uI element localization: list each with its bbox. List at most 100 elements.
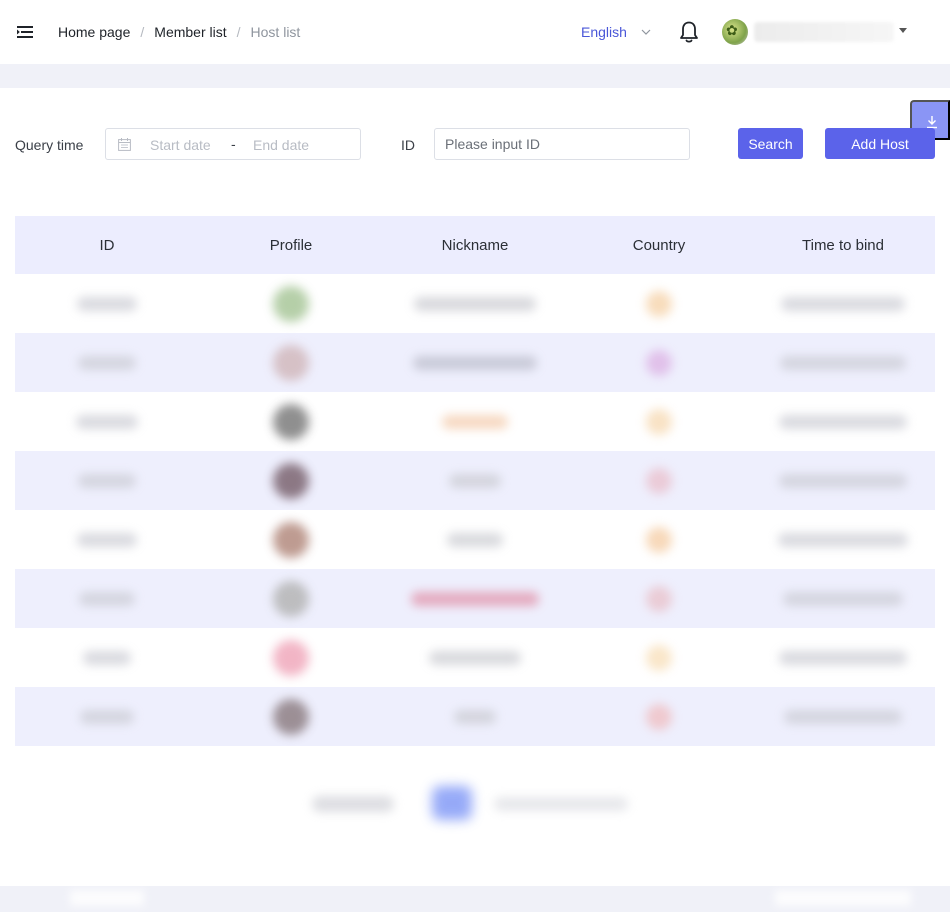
bind-time-redacted xyxy=(778,532,908,547)
table-cell-profile xyxy=(199,344,383,381)
breadcrumb: Home page / Member list / Host list xyxy=(58,23,300,41)
country-redacted xyxy=(646,585,672,612)
table-cell-bind-time xyxy=(751,355,935,370)
table-cell-country xyxy=(567,408,751,435)
date-range-separator: - xyxy=(231,136,236,152)
bell-icon[interactable] xyxy=(678,20,700,44)
table-cell-profile xyxy=(199,521,383,558)
column-header-bind-time: Time to bind xyxy=(802,236,884,254)
breadcrumb-member-list[interactable]: Member list xyxy=(154,24,226,40)
table-row xyxy=(15,510,935,569)
bind-time-redacted xyxy=(783,591,903,606)
bind-time-redacted xyxy=(784,709,902,724)
id-input[interactable] xyxy=(434,128,690,160)
table-cell-profile xyxy=(199,698,383,735)
country-redacted xyxy=(646,290,672,317)
username-redacted xyxy=(754,22,894,42)
profile-redacted xyxy=(273,580,309,617)
table-cell-id xyxy=(15,650,199,665)
pagination-jumper[interactable] xyxy=(494,797,628,811)
table-cell-id xyxy=(15,532,199,547)
column-header-nickname: Nickname xyxy=(441,236,509,254)
table-header: ID Profile Nickname Country Time to bind xyxy=(15,216,935,274)
id-redacted xyxy=(78,473,136,488)
table-row xyxy=(15,569,935,628)
host-table: ID Profile Nickname Country Time to bind xyxy=(15,216,935,746)
column-header-country: Country xyxy=(632,236,686,254)
country-redacted xyxy=(646,349,672,376)
start-date-input[interactable]: Start date xyxy=(150,137,211,153)
bind-time-redacted xyxy=(779,414,907,429)
table-cell-id xyxy=(15,296,199,311)
country-redacted xyxy=(646,703,672,730)
table-cell-id xyxy=(15,709,199,724)
column-header-id: ID xyxy=(99,236,115,254)
table-cell-id xyxy=(15,355,199,370)
table-cell-id xyxy=(15,473,199,488)
table-cell-profile xyxy=(199,580,383,617)
country-redacted xyxy=(646,644,672,671)
id-redacted xyxy=(83,650,131,665)
nickname-redacted xyxy=(414,296,536,311)
date-range-picker[interactable]: Start date - End date xyxy=(105,128,361,160)
table-cell-id xyxy=(15,414,199,429)
nickname-redacted xyxy=(411,591,539,606)
table-cell-nickname xyxy=(383,296,567,311)
breadcrumb-separator: / xyxy=(140,24,145,40)
table-cell-profile xyxy=(199,462,383,499)
table-row xyxy=(15,274,935,333)
table-row xyxy=(15,333,935,392)
id-redacted xyxy=(77,296,137,311)
id-label: ID xyxy=(401,137,415,153)
country-redacted xyxy=(646,408,672,435)
nickname-redacted xyxy=(413,355,537,370)
profile-redacted xyxy=(273,521,309,558)
table-cell-nickname xyxy=(383,650,567,665)
header-spacer xyxy=(0,64,950,88)
table-cell-country xyxy=(567,703,751,730)
breadcrumb-home[interactable]: Home page xyxy=(58,24,130,40)
id-redacted xyxy=(80,709,134,724)
avatar[interactable]: ✿ xyxy=(722,19,748,45)
table-cell-nickname xyxy=(383,532,567,547)
table-cell-nickname xyxy=(383,473,567,488)
download-icon xyxy=(927,116,937,129)
add-host-button[interactable]: Add Host xyxy=(825,128,935,159)
calendar-icon xyxy=(118,138,131,151)
table-row xyxy=(15,687,935,746)
pagination-total xyxy=(312,796,394,812)
language-selector[interactable]: English xyxy=(581,23,651,41)
table-cell-nickname xyxy=(383,591,567,606)
end-date-input[interactable]: End date xyxy=(253,137,309,153)
table-cell-nickname xyxy=(383,414,567,429)
profile-redacted xyxy=(273,639,309,676)
user-menu-caret-icon[interactable] xyxy=(899,28,907,33)
chevron-down-icon xyxy=(641,29,651,35)
bind-time-redacted xyxy=(779,650,907,665)
table-cell-bind-time xyxy=(751,650,935,665)
nickname-redacted xyxy=(442,414,508,429)
table-cell-profile xyxy=(199,403,383,440)
menu-toggle-icon[interactable] xyxy=(16,23,34,41)
footer-element xyxy=(775,890,911,906)
country-redacted xyxy=(646,467,672,494)
id-redacted xyxy=(78,355,136,370)
avatar-image-icon: ✿ xyxy=(726,22,738,38)
bind-time-redacted xyxy=(779,473,907,488)
nickname-redacted xyxy=(447,532,503,547)
table-cell-country xyxy=(567,526,751,553)
table-cell-country xyxy=(567,644,751,671)
table-cell-nickname xyxy=(383,355,567,370)
table-cell-bind-time xyxy=(751,709,935,724)
id-redacted xyxy=(77,532,137,547)
pagination-current-page[interactable] xyxy=(432,786,472,820)
search-button[interactable]: Search xyxy=(738,128,803,159)
table-row xyxy=(15,392,935,451)
profile-redacted xyxy=(273,698,309,735)
breadcrumb-current: Host list xyxy=(250,24,301,40)
table-cell-id xyxy=(15,591,199,606)
bind-time-redacted xyxy=(780,355,906,370)
nickname-redacted xyxy=(429,650,521,665)
table-row xyxy=(15,628,935,687)
profile-redacted xyxy=(273,285,309,322)
